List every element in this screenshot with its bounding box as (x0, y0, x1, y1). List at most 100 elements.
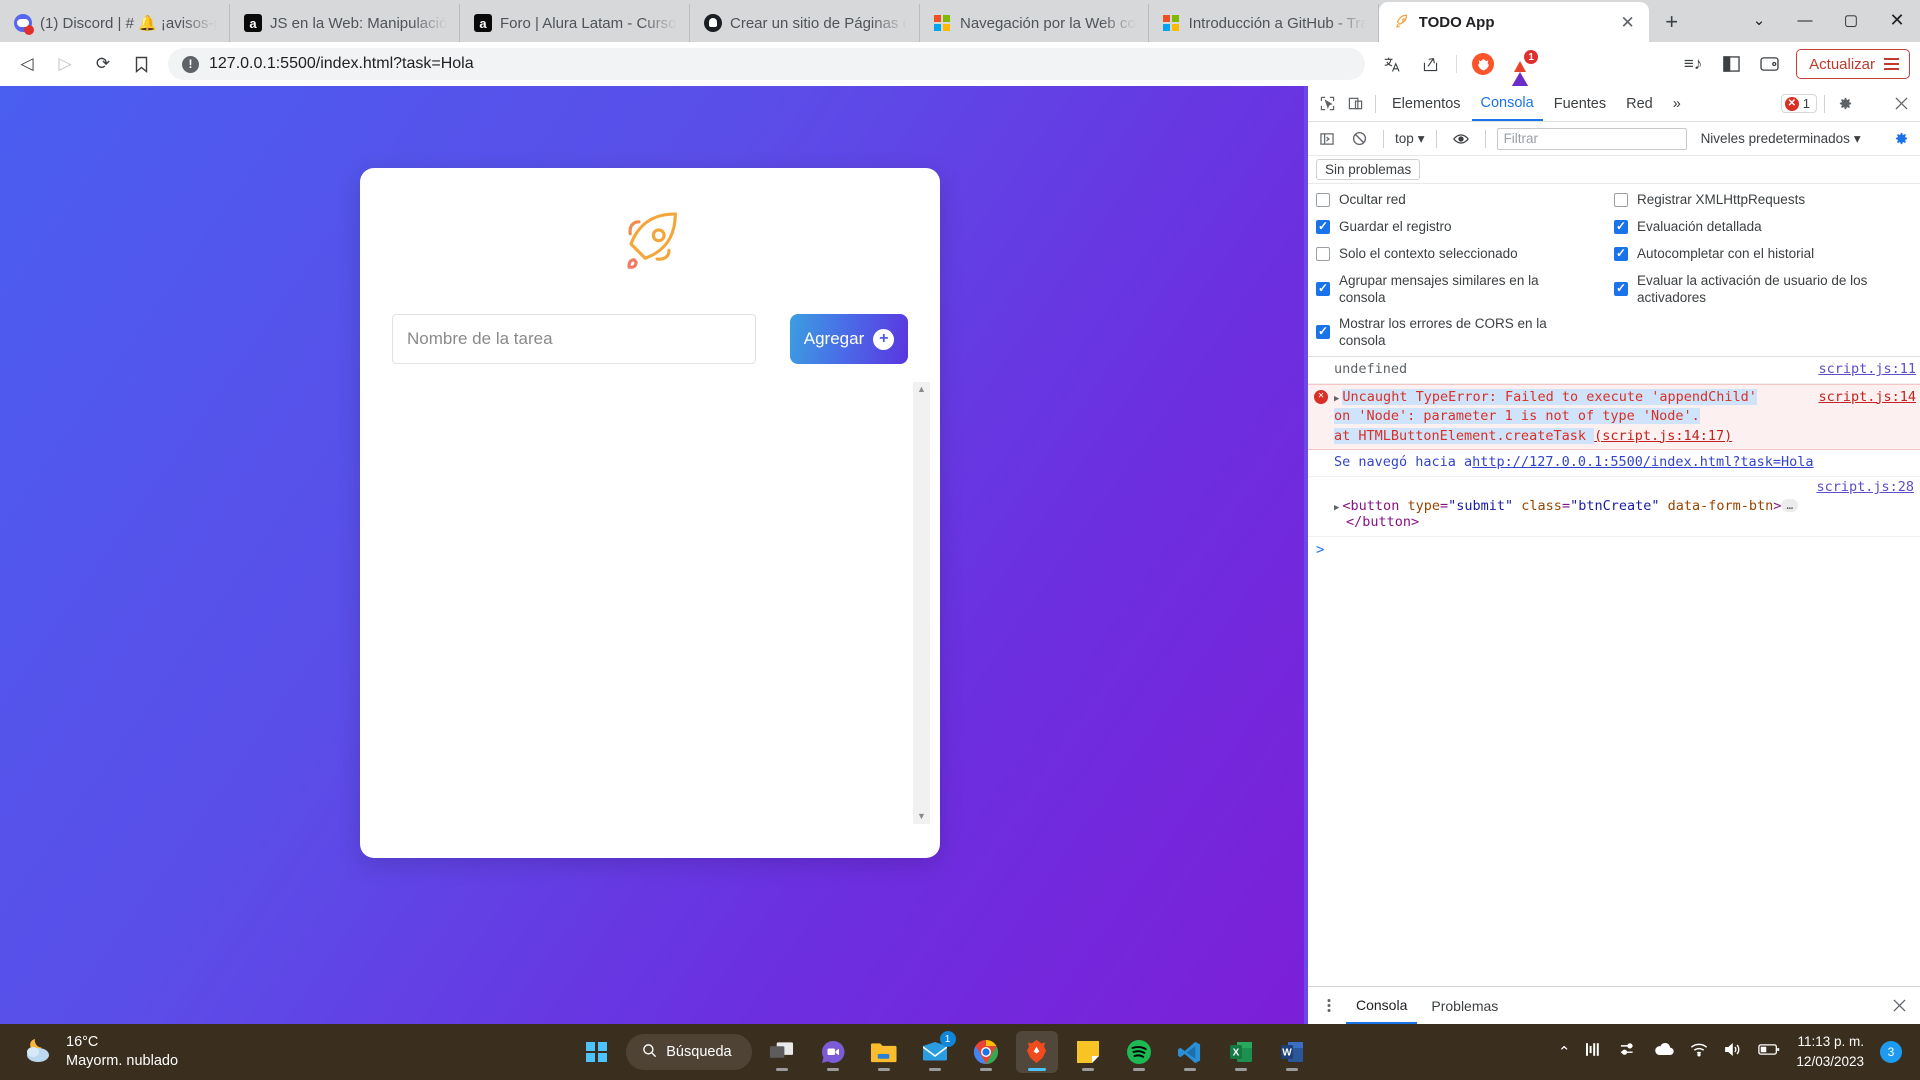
site-info-icon[interactable]: ! (182, 55, 199, 73)
drawer-tab-problemas[interactable]: Problemas (1421, 988, 1508, 1024)
error-stack-link[interactable]: (script.js:14:17) (1594, 428, 1732, 444)
battery-icon[interactable] (1758, 1043, 1780, 1061)
console-log-entry[interactable]: undefined script.js:11 (1308, 357, 1920, 384)
menu-icon[interactable] (1884, 58, 1899, 70)
inspect-element-icon[interactable] (1314, 91, 1340, 117)
html-node-output[interactable]: ▶ <button type="submit" class="btnCreate"… (1308, 495, 1920, 536)
setting-evaluar-activacion[interactable]: Evaluar la activación de usuario de los … (1614, 273, 1912, 307)
log-levels-dropdown[interactable]: Niveles predeterminados ▾ (1701, 131, 1861, 147)
devtools-tab-elementos[interactable]: Elementos (1383, 87, 1470, 121)
checkbox[interactable] (1316, 246, 1330, 261)
weather-widget[interactable]: 16°C Mayorm. nublado (0, 1033, 330, 1071)
playlist-icon[interactable]: ≡♪ (1676, 47, 1710, 81)
browser-tab-6[interactable]: Introducción a GitHub - Tra (1149, 4, 1379, 42)
volume-icon[interactable] (1724, 1042, 1742, 1062)
checkbox[interactable] (1614, 281, 1628, 296)
gear-icon[interactable] (1832, 91, 1858, 117)
context-selector[interactable]: top ▾ (1395, 131, 1425, 147)
console-filter-input[interactable]: Filtrar (1496, 127, 1687, 150)
close-window-button[interactable]: ✕ (1874, 0, 1920, 40)
sticky-notes-icon[interactable] (1067, 1031, 1109, 1073)
minimize-button[interactable]: — (1782, 0, 1828, 40)
task-name-input[interactable]: Nombre de la tarea (392, 314, 756, 364)
word-icon[interactable]: W (1271, 1031, 1313, 1073)
chrome-icon[interactable] (965, 1031, 1007, 1073)
new-tab-button[interactable]: + (1655, 5, 1689, 39)
forward-button[interactable]: ▷ (48, 47, 82, 81)
device-toolbar-icon[interactable] (1342, 91, 1368, 117)
console-error-entry[interactable]: ✕ ▶ Uncaught TypeError: Failed to execute… (1308, 383, 1920, 451)
wifi-icon[interactable] (1690, 1042, 1708, 1062)
expand-arrow-icon[interactable]: ▶ (1334, 393, 1339, 406)
devtools-tab-red[interactable]: Red (1617, 87, 1662, 121)
taskbar-search[interactable]: Búsqueda (626, 1034, 752, 1070)
meet-now-icon[interactable] (1586, 1042, 1604, 1062)
brave-icon[interactable] (1015, 1031, 1058, 1073)
console-sidebar-toggle-icon[interactable] (1314, 126, 1340, 152)
bookmark-icon[interactable] (124, 47, 158, 81)
devtools-tab-consola[interactable]: Consola (1471, 87, 1543, 121)
scroll-down-arrow[interactable]: ▼ (917, 812, 926, 821)
error-source-link[interactable]: script.js:14 (1808, 388, 1916, 408)
setting-guardar-registro[interactable]: Guardar el registro (1316, 219, 1614, 236)
close-devtools-icon[interactable] (1888, 91, 1914, 117)
eye-icon[interactable] (1448, 126, 1474, 152)
ellipsis-icon[interactable]: … (1781, 499, 1799, 513)
scroll-up-arrow[interactable]: ▲ (917, 385, 926, 394)
vscode-icon[interactable] (1169, 1031, 1211, 1073)
close-icon[interactable]: ✕ (1619, 14, 1637, 31)
reload-button[interactable]: ⟳ (86, 47, 120, 81)
browser-tab-active-todo-app[interactable]: TODO App ✕ (1378, 2, 1649, 42)
update-button[interactable]: Actualizar (1796, 49, 1910, 79)
share-icon[interactable] (1413, 47, 1447, 81)
excel-icon[interactable]: X (1220, 1031, 1262, 1073)
setting-registrar-xhr[interactable]: Registrar XMLHttpRequests (1614, 192, 1912, 209)
browser-tab-4[interactable]: Crear un sitio de Páginas de (690, 4, 920, 42)
devtools-tab-fuentes[interactable]: Fuentes (1545, 87, 1615, 121)
checkbox[interactable] (1316, 324, 1330, 340)
checkbox[interactable] (1614, 193, 1628, 207)
teams-chat-icon[interactable] (812, 1031, 854, 1073)
page-scrollbar[interactable]: ▲ ▼ (913, 382, 930, 824)
sidebar-toggle-icon[interactable] (1714, 47, 1748, 81)
console-settings-gear-icon[interactable] (1888, 126, 1914, 152)
checkbox[interactable] (1614, 219, 1628, 234)
brave-shields-icon[interactable]: 1 (1504, 47, 1539, 91)
tray-chevron-icon[interactable]: ⌃ (1558, 1043, 1571, 1061)
onedrive-icon[interactable] (1654, 1042, 1675, 1061)
taskbar-clock[interactable]: 11:13 p. m. 12/03/2023 (1796, 1032, 1864, 1071)
setting-autocompletar-historial[interactable]: Autocompletar con el historial (1614, 246, 1912, 263)
browser-tab-5[interactable]: Navegación por la Web co (920, 4, 1149, 42)
close-drawer-icon[interactable] (1886, 993, 1912, 1019)
browser-tab-1[interactable]: (1) Discord | # 🔔 ¡avisos-ge (0, 4, 230, 42)
setting-ocultar-red[interactable]: Ocultar red (1316, 192, 1614, 209)
wallet-icon[interactable] (1752, 47, 1786, 81)
more-vertical-icon[interactable]: more-vertical-icon (1860, 91, 1886, 117)
tab-search-icon[interactable]: ⌄ (1736, 0, 1782, 40)
browser-tab-3[interactable]: a Foro | Alura Latam - Cursos (460, 4, 690, 42)
navigation-url-link[interactable]: http://127.0.0.1:5500/index.html?task=Ho… (1472, 453, 1813, 473)
checkbox[interactable] (1614, 246, 1628, 261)
equalizer-icon[interactable] (1620, 1042, 1638, 1062)
setting-errores-cors[interactable]: Mostrar los errores de CORS en la consol… (1316, 316, 1614, 350)
setting-agrupar-mensajes[interactable]: Agrupar mensajes similares en la consola (1316, 273, 1614, 307)
log-source-link[interactable]: script.js:11 (1808, 360, 1916, 380)
checkbox[interactable] (1316, 193, 1330, 207)
browser-tab-2[interactable]: a JS en la Web: Manipulación (230, 4, 460, 42)
more-tabs-icon[interactable]: » (1664, 87, 1690, 121)
drawer-tab-consola[interactable]: Consola (1346, 988, 1418, 1024)
back-button[interactable]: ◁ (10, 47, 44, 81)
address-bar[interactable]: ! 127.0.0.1:5500/index.html?task=Hola (168, 48, 1366, 80)
maximize-button[interactable]: ▢ (1828, 0, 1874, 40)
file-explorer-icon[interactable] (863, 1031, 905, 1073)
error-count-badge[interactable]: ✕ 1 (1780, 94, 1817, 113)
drawer-more-icon[interactable] (1316, 993, 1342, 1019)
translate-icon[interactable] (1375, 47, 1409, 81)
task-view-icon[interactable] (761, 1031, 803, 1073)
html-source-link[interactable]: script.js:28 (1308, 477, 1920, 495)
console-prompt[interactable]: > (1308, 537, 1920, 563)
setting-evaluacion-detallada[interactable]: Evaluación detallada (1614, 219, 1912, 236)
checkbox[interactable] (1316, 281, 1330, 296)
add-task-button[interactable]: Agregar + (790, 314, 908, 364)
clear-console-icon[interactable] (1346, 126, 1372, 152)
